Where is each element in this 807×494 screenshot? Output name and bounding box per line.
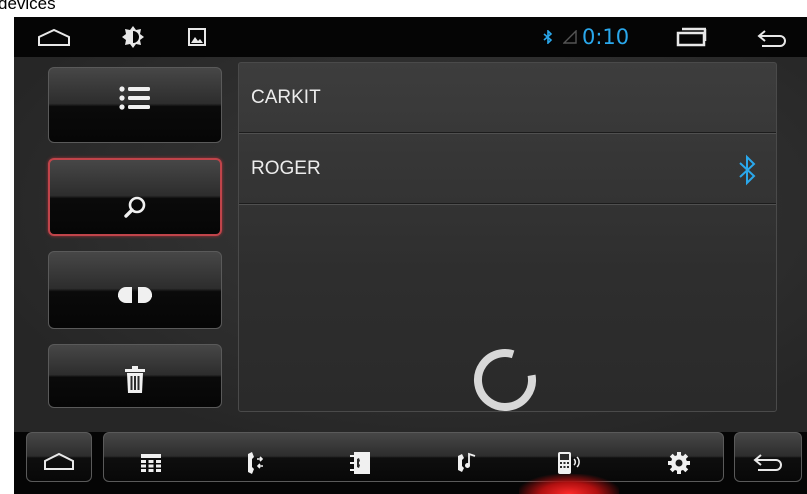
call-log-icon[interactable] xyxy=(236,439,276,487)
device-row[interactable]: CARKIT xyxy=(239,63,776,133)
settings-icon[interactable] xyxy=(659,439,699,487)
list-icon xyxy=(118,85,152,111)
contacts-icon[interactable] xyxy=(340,439,380,487)
back-button[interactable] xyxy=(734,432,802,482)
status-bar: 0:10 xyxy=(14,17,807,57)
search-icon xyxy=(123,195,147,219)
delete-button[interactable] xyxy=(48,344,222,408)
app-nav xyxy=(103,432,724,482)
home-button[interactable] xyxy=(26,432,92,482)
brightness-icon[interactable] xyxy=(118,17,148,57)
dialpad-icon[interactable] xyxy=(131,439,171,487)
recent-apps-icon[interactable] xyxy=(672,17,712,57)
device-name: ROGER xyxy=(251,158,321,179)
device-list-panel: CARKIT ROGER xyxy=(238,62,777,412)
back-icon xyxy=(753,454,782,471)
search-button[interactable] xyxy=(48,158,222,236)
clock: 0:10 xyxy=(582,25,630,49)
active-tab-indicator xyxy=(519,474,619,494)
head-unit-screen: 0:10 CARKIT ROGER xyxy=(14,17,807,494)
device-row[interactable]: ROGER xyxy=(239,134,776,204)
bottom-nav-bar xyxy=(14,432,807,494)
page-caption: devices xyxy=(0,0,56,13)
bluetooth-icon xyxy=(736,154,758,191)
device-name: CARKIT xyxy=(251,87,321,108)
trash-icon xyxy=(124,366,146,394)
home-icon[interactable] xyxy=(34,17,74,57)
back-icon[interactable] xyxy=(752,17,792,57)
loading-spinner xyxy=(472,347,538,418)
device-list-button[interactable] xyxy=(48,67,222,143)
music-icon[interactable] xyxy=(447,439,487,487)
gallery-icon[interactable] xyxy=(184,17,210,57)
connect-button[interactable] xyxy=(48,251,222,329)
plug-icon xyxy=(116,285,154,305)
home-icon xyxy=(44,452,74,470)
signal-icon xyxy=(561,17,579,57)
main-area: CARKIT ROGER xyxy=(14,57,807,432)
bluetooth-icon xyxy=(541,17,555,57)
